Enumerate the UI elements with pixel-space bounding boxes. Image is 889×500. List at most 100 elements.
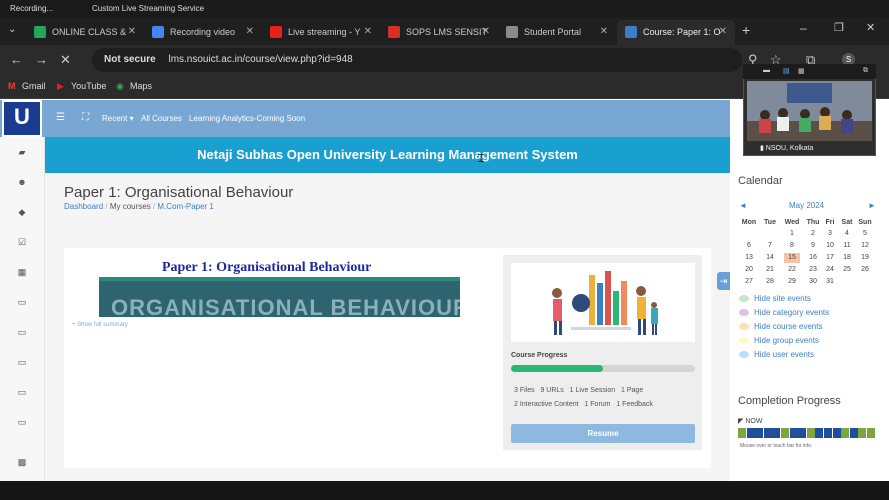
completion-block[interactable]: [841, 428, 850, 438]
stat-interactive-content[interactable]: 2 Interactive Content: [514, 401, 579, 408]
hide-course-events[interactable]: Hide course events: [738, 322, 822, 331]
completion-block[interactable]: [815, 428, 824, 438]
shield-icon[interactable]: ◆: [17, 207, 27, 217]
close-icon[interactable]: ✕: [128, 26, 136, 37]
bookmark-maps[interactable]: Maps: [130, 81, 152, 91]
tab-search-icon[interactable]: ⌄: [8, 24, 16, 35]
back-icon[interactable]: ←: [10, 52, 23, 67]
university-logo[interactable]: U: [2, 100, 42, 137]
folder-icon[interactable]: ▭: [17, 297, 27, 307]
calendar-next-icon[interactable]: ►: [868, 201, 876, 210]
calendar-day[interactable]: 20: [741, 265, 757, 275]
close-icon[interactable]: ✕: [246, 26, 254, 37]
tab-recording-video[interactable]: Recording video ✕: [144, 20, 262, 45]
stat-files[interactable]: 3 Files: [514, 387, 535, 394]
minimize-icon[interactable]: –: [800, 21, 807, 35]
stat-forum[interactable]: 1 Forum: [584, 401, 610, 408]
stop-icon[interactable]: ✕: [60, 52, 71, 68]
completion-block[interactable]: [746, 428, 755, 438]
tab-student-portal[interactable]: Student Portal ✕: [498, 20, 616, 45]
completion-block[interactable]: [738, 428, 746, 438]
graduation-cap-icon[interactable]: ▰: [17, 147, 27, 157]
stat-urls[interactable]: 9 URLs: [540, 387, 563, 394]
hide-group-events[interactable]: Hide group events: [738, 336, 819, 345]
completion-block[interactable]: [772, 428, 781, 438]
calendar-day[interactable]: 31: [822, 277, 838, 287]
hide-site-events[interactable]: Hide site events: [738, 294, 811, 303]
tab-online-class[interactable]: ONLINE CLASS & ✕: [26, 20, 144, 45]
calendar-day[interactable]: 3: [822, 229, 838, 239]
stat-live-session[interactable]: 1 Live Session: [570, 387, 616, 394]
users-icon[interactable]: ☻: [17, 177, 27, 187]
calendar-day[interactable]: 12: [857, 241, 873, 251]
calendar-month[interactable]: May 2024: [789, 201, 824, 210]
calendar-day[interactable]: 7: [762, 241, 778, 251]
hide-category-events[interactable]: Hide category events: [738, 308, 829, 317]
calendar-day[interactable]: 6: [741, 241, 757, 251]
bookmark-youtube[interactable]: YouTube: [71, 81, 106, 91]
calendar-day[interactable]: 18: [839, 253, 855, 263]
completion-block[interactable]: [806, 428, 815, 438]
resume-button[interactable]: Resume: [511, 424, 695, 443]
completion-block[interactable]: [755, 428, 764, 438]
recent-menu[interactable]: Recent ▾: [102, 114, 134, 123]
calendar-day[interactable]: 8: [784, 241, 800, 251]
calendar-day[interactable]: 17: [822, 253, 838, 263]
completion-bar[interactable]: [738, 428, 875, 438]
calendar-day[interactable]: 28: [762, 277, 778, 287]
folder-icon[interactable]: ▭: [17, 387, 27, 397]
calendar-day[interactable]: 16: [805, 253, 821, 263]
completion-block[interactable]: [798, 428, 807, 438]
breadcrumb-dashboard[interactable]: Dashboard: [64, 202, 103, 211]
tab-sops-lms[interactable]: SOPS LMS SENSIT ✕: [380, 20, 498, 45]
breadcrumb-course[interactable]: M.Com-Paper 1: [157, 202, 213, 211]
completion-block[interactable]: [867, 428, 875, 438]
close-icon[interactable]: ✕: [364, 26, 372, 37]
calendar-day[interactable]: 19: [857, 253, 873, 263]
menu-icon[interactable]: ☰: [56, 112, 65, 123]
folder-icon[interactable]: ▭: [17, 417, 27, 427]
calendar-prev-icon[interactable]: ◄: [739, 201, 747, 210]
calendar-day[interactable]: 2: [805, 229, 821, 239]
calendar-day[interactable]: 13: [741, 253, 757, 263]
video-grid-icon[interactable]: ▦: [798, 67, 805, 75]
completion-block[interactable]: [849, 428, 858, 438]
calendar-day[interactable]: 22: [784, 265, 800, 275]
calendar-day[interactable]: 25: [839, 265, 855, 275]
calendar-day[interactable]: 24: [822, 265, 838, 275]
video-popout-icon[interactable]: ⧉: [863, 67, 868, 75]
completion-block[interactable]: [781, 428, 789, 438]
calendar-day[interactable]: 1: [784, 229, 800, 239]
calendar-day[interactable]: 27: [741, 277, 757, 287]
calendar-day[interactable]: 26: [857, 265, 873, 275]
calendar-day[interactable]: 11: [839, 241, 855, 251]
calendar-day[interactable]: 23: [805, 265, 821, 275]
bookmark-gmail[interactable]: Gmail: [22, 81, 46, 91]
breadcrumb-my-courses[interactable]: My courses: [110, 202, 151, 211]
calendar-day[interactable]: 21: [762, 265, 778, 275]
folder-icon[interactable]: ▭: [17, 327, 27, 337]
close-icon[interactable]: ✕: [482, 26, 490, 37]
address-bar[interactable]: Not secure lms.nsouict.ac.in/course/view…: [92, 48, 742, 72]
stat-feedback[interactable]: 1 Feedback: [616, 401, 653, 408]
fullscreen-icon[interactable]: ⛶: [82, 112, 89, 123]
tab-live-streaming[interactable]: Live streaming - Y ✕: [262, 20, 380, 45]
completion-block[interactable]: [789, 428, 798, 438]
hide-user-events[interactable]: Hide user events: [738, 350, 814, 359]
tab-course-paper1[interactable]: Course: Paper 1: O ✕: [617, 20, 735, 45]
calendar-day[interactable]: 14: [762, 253, 778, 263]
close-icon[interactable]: ✕: [600, 26, 608, 37]
video-layout-icon[interactable]: ▤: [783, 67, 790, 75]
stat-page[interactable]: 1 Page: [621, 387, 643, 394]
video-minimize-icon[interactable]: ▬: [763, 67, 770, 74]
show-full-summary-link[interactable]: + Show full summary: [72, 322, 128, 328]
drawer-toggle-icon[interactable]: ⇥: [717, 272, 730, 290]
folder-icon[interactable]: ▭: [17, 357, 27, 367]
all-courses-link[interactable]: All Courses: [141, 114, 182, 123]
window-close-icon[interactable]: ✕: [866, 21, 875, 34]
table-icon[interactable]: ▦: [17, 267, 27, 277]
calculator-icon[interactable]: ▩: [17, 457, 27, 467]
learning-analytics-link[interactable]: Learning Analytics-Coming Soon: [189, 114, 305, 123]
calendar-day[interactable]: 9: [805, 241, 821, 251]
completion-block[interactable]: [832, 428, 841, 438]
